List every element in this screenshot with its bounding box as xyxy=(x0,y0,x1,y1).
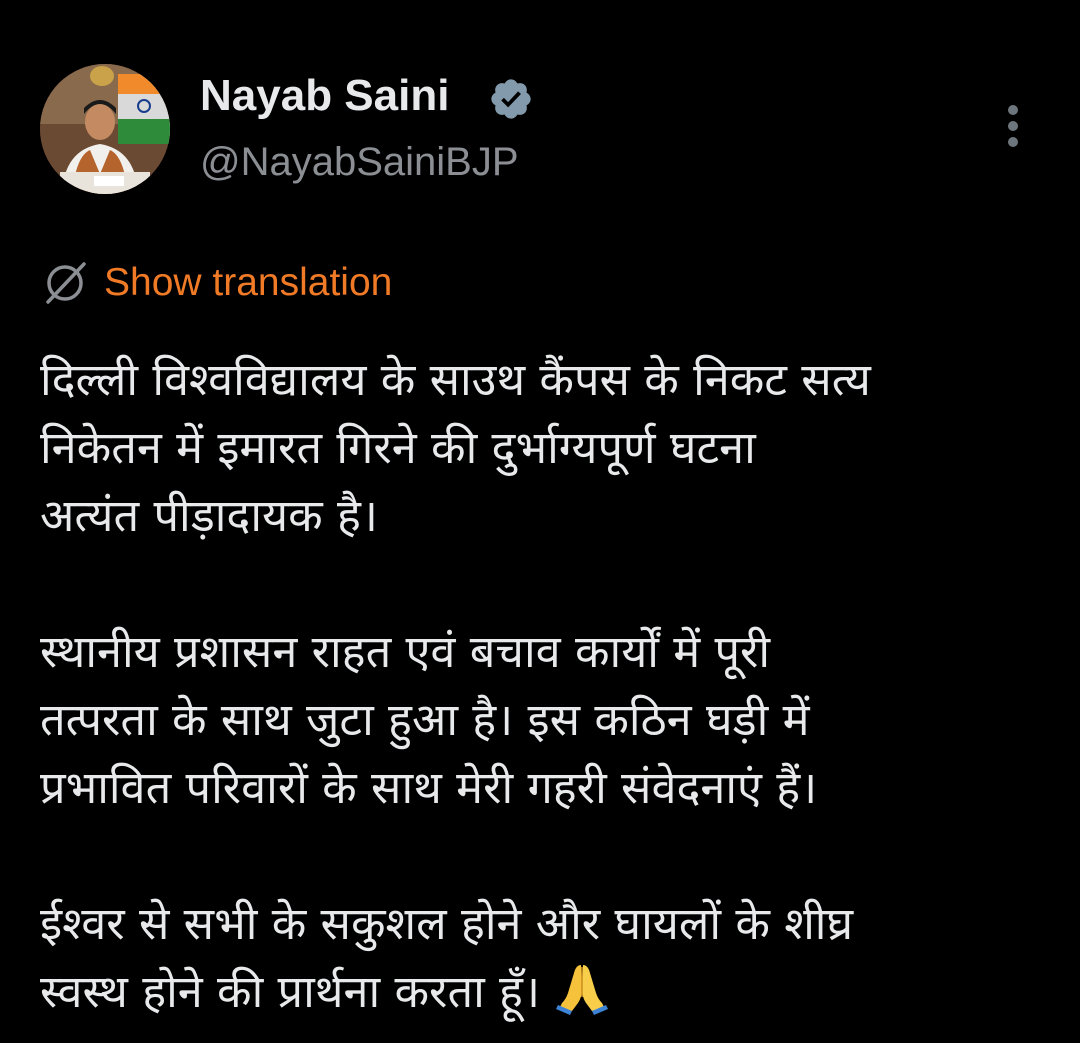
tweet-last-line: स्वस्थ होने की प्रार्थना करता हूँ। xyxy=(40,958,1040,1026)
tweet-line: अत्यंत पीड़ादायक है। xyxy=(40,489,378,542)
globe-slash-icon xyxy=(46,262,86,304)
tweet-line: प्रभावित परिवारों के साथ मेरी गहरी संवेद… xyxy=(40,761,818,814)
tweet-line: तत्परता के साथ जुटा हुआ है। इस कठिन घड़ी… xyxy=(40,693,810,746)
folded-hands-emoji xyxy=(556,965,609,1015)
tweet-line: निकेतन में इमारत गिरने की दुर्भाग्यपूर्ण… xyxy=(40,421,756,474)
tweet-line: दिल्ली विश्वविद्यालय के साउथ कैंपस के नि… xyxy=(40,353,871,406)
show-translation-link[interactable]: Show translation xyxy=(104,258,392,308)
translate-row[interactable]: Show translation xyxy=(40,258,392,308)
avatar[interactable] xyxy=(40,64,170,194)
user-handle[interactable]: @NayabSainiBJP xyxy=(200,138,519,186)
tweet-text: दिल्ली विश्वविद्यालय के साउथ कैंपस के नि… xyxy=(40,346,1040,1026)
verified-badge-icon xyxy=(491,79,531,119)
more-vertical-icon[interactable] xyxy=(998,102,1028,152)
tweet-line: स्थानीय प्रशासन राहत एवं बचाव कार्यों मे… xyxy=(40,625,771,678)
tweet-line: ईश्वर से सभी के सकुशल होने और घायलों के … xyxy=(40,897,854,950)
display-name[interactable]: Nayab Saini xyxy=(200,70,449,122)
tweet-header: Nayab Saini @NayabSainiBJP xyxy=(40,64,1040,194)
tweet-line: स्वस्थ होने की प्रार्थना करता हूँ। xyxy=(40,965,541,1018)
avatar-photo xyxy=(40,64,170,194)
